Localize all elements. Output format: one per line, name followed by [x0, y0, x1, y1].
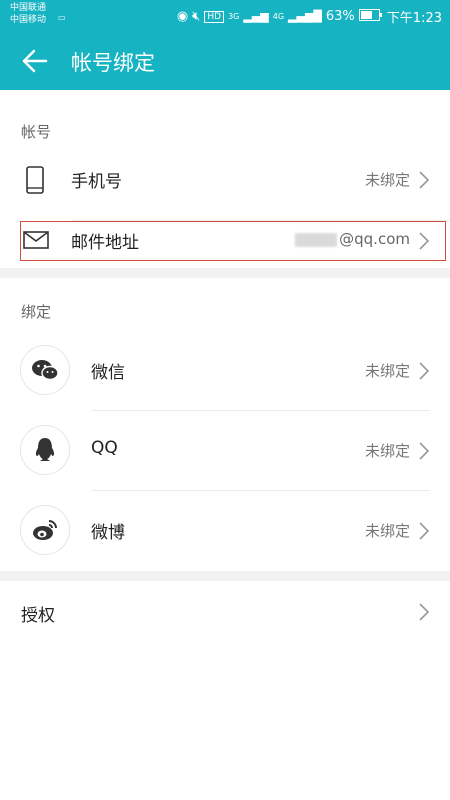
authorization-label: 授权	[21, 606, 55, 626]
wechat-avatar	[20, 345, 70, 395]
battery-percent: 63%	[325, 9, 355, 24]
phone-icon	[26, 166, 44, 194]
wechat-status: 未绑定	[364, 362, 410, 380]
chevron-right-icon	[419, 442, 430, 460]
network-1-label: 3G	[228, 12, 240, 21]
hotspot-icon: ◉	[176, 9, 189, 24]
wechat-label: 微信	[91, 363, 125, 383]
qq-status: 未绑定	[364, 442, 410, 460]
binding-section-label: 绑定	[21, 303, 52, 321]
authorization-row[interactable]: 授权	[0, 572, 450, 652]
chevron-right-icon	[419, 171, 430, 189]
qq-penguin-icon	[35, 438, 55, 461]
status-bar: 中国联通 中国移动 ▭ ◉ 🔇︎ HD 3G ▂▄▆ 4G ▂▄▆█ 63% 下…	[0, 0, 450, 32]
hd-badge: HD	[204, 10, 225, 23]
back-button[interactable]	[20, 46, 50, 76]
carrier-1: 中国联通	[10, 3, 47, 13]
network-2-label: 4G	[272, 12, 285, 21]
chevron-right-icon	[419, 362, 430, 380]
time: 下午1:23	[386, 11, 442, 26]
qq-label: QQ	[91, 438, 118, 458]
weibo-avatar	[20, 505, 70, 555]
account-section-label: 帐号	[21, 123, 52, 141]
phone-status: 未绑定	[364, 171, 410, 189]
phone-label: 手机号	[71, 172, 122, 192]
mute-icon: 🔇︎	[192, 9, 201, 24]
section-gap	[0, 268, 450, 278]
qq-row[interactable]: QQ 未绑定	[0, 411, 450, 491]
page-title: 帐号绑定	[71, 51, 155, 75]
weibo-row[interactable]: 微博 未绑定	[0, 491, 450, 571]
signal-icon-2: ▂▄▆█	[288, 10, 322, 23]
app-bar: 帐号绑定	[0, 32, 450, 90]
chevron-right-icon	[419, 603, 430, 621]
qq-avatar	[20, 425, 70, 475]
wechat-row[interactable]: 微信 未绑定	[0, 331, 450, 411]
email-highlight-box	[20, 221, 446, 261]
weibo-label: 微博	[91, 523, 125, 543]
chevron-right-icon	[419, 522, 430, 540]
sim-icon: ▭	[58, 13, 66, 22]
weibo-status: 未绑定	[364, 522, 410, 540]
weibo-icon	[33, 520, 57, 540]
carrier-info: 中国联通 中国移动	[10, 2, 46, 26]
status-icons: ◉ 🔇︎ HD 3G ▂▄▆ 4G ▂▄▆█ 63% 下午1:23	[177, 7, 442, 26]
arrow-left-icon	[22, 49, 48, 73]
signal-icon: ▂▄▆	[243, 10, 269, 23]
carrier-2: 中国移动	[10, 15, 47, 25]
wechat-icon	[32, 360, 59, 381]
battery-icon	[358, 8, 383, 25]
